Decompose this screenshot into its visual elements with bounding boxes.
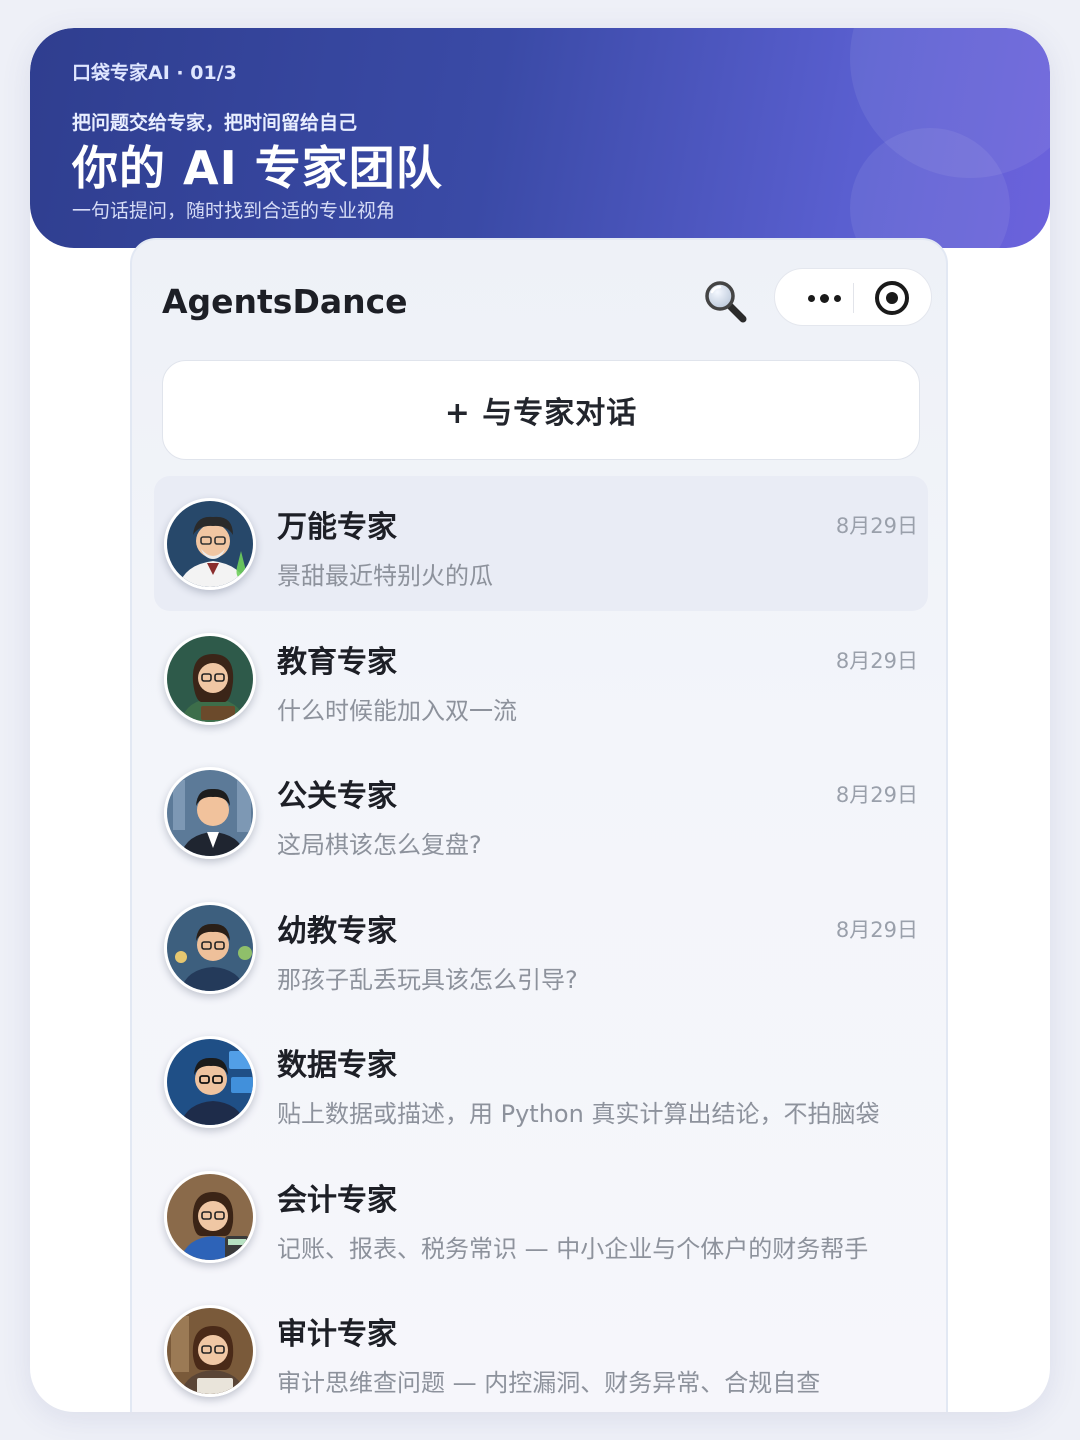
mini-program-close-icon[interactable] bbox=[875, 281, 909, 315]
conversation-preview: 景甜最近特别火的瓜 bbox=[277, 562, 493, 590]
promo-card: 口袋专家AI · 01/3 把问题交给专家，把时间留给自己 你的 AI 专家团队… bbox=[30, 28, 1050, 1412]
conversation-preview: 什么时候能加入双一流 bbox=[277, 696, 517, 725]
conversation-name: 万能专家 bbox=[277, 510, 397, 545]
conversation-item[interactable]: 教育专家 8月29日 什么时候能加入双一流 bbox=[154, 611, 928, 746]
banner-subtitle: 一句话提问，随时找到合适的专业视角 bbox=[72, 200, 396, 222]
conversation-name: 数据专家 bbox=[277, 1048, 397, 1083]
conversation-date: 8月29日 bbox=[835, 917, 918, 942]
conversation-item[interactable]: 公关专家 8月29日 这局棋该怎么复盘? bbox=[154, 745, 928, 880]
conversation-item[interactable]: 万能专家 8月29日 景甜最近特别火的瓜 bbox=[154, 476, 928, 611]
mini-program-capsule bbox=[774, 268, 932, 326]
more-dots-icon[interactable] bbox=[795, 269, 853, 327]
conversation-name: 幼教专家 bbox=[277, 913, 397, 949]
search-icon[interactable] bbox=[702, 278, 748, 324]
conversation-preview: 贴上数据或描述，用 Python 真实计算出结论，不拍脑袋 bbox=[277, 1100, 880, 1128]
app-title: AgentsDance bbox=[162, 282, 408, 321]
avatar bbox=[164, 498, 256, 590]
conversation-preview: 审计思维查问题 — 内控漏洞、财务异常、合规自查 bbox=[277, 1369, 821, 1397]
conversation-name: 教育专家 bbox=[277, 644, 397, 680]
app-header: AgentsDance bbox=[132, 240, 946, 350]
conversation-name: 审计专家 bbox=[277, 1317, 397, 1352]
avatar bbox=[164, 632, 256, 725]
conversation-preview: 那孩子乱丢玩具该怎么引导? bbox=[277, 965, 578, 994]
app-screen: AgentsDance + 与专家对话 万能专家 8月29日 景甜最近特别火的瓜… bbox=[130, 238, 948, 1412]
avatar bbox=[164, 901, 256, 994]
avatar bbox=[164, 1305, 256, 1397]
conversation-preview: 这局棋该怎么复盘? bbox=[277, 831, 482, 859]
capsule-divider bbox=[853, 283, 854, 313]
hero-banner: 口袋专家AI · 01/3 把问题交给专家，把时间留给自己 你的 AI 专家团队… bbox=[30, 28, 1050, 248]
conversation-name: 公关专家 bbox=[277, 779, 397, 814]
conversation-date: 8月29日 bbox=[835, 648, 918, 673]
avatar bbox=[164, 767, 256, 859]
conversation-date: 8月29日 bbox=[835, 514, 918, 538]
conversation-name: 会计专家 bbox=[277, 1182, 397, 1218]
new-chat-button[interactable]: + 与专家对话 bbox=[162, 360, 920, 460]
banner-kicker: 口袋专家AI · 01/3 bbox=[72, 62, 237, 84]
banner-tagline: 把问题交给专家，把时间留给自己 bbox=[72, 112, 358, 134]
conversation-item[interactable]: 会计专家 记账、报表、税务常识 — 中小企业与个体户的财务帮手 bbox=[154, 1149, 928, 1284]
conversation-item[interactable]: 幼教专家 8月29日 那孩子乱丢玩具该怎么引导? bbox=[154, 880, 928, 1015]
avatar bbox=[164, 1170, 256, 1263]
conversation-date: 8月29日 bbox=[835, 783, 918, 807]
conversation-item[interactable]: 审计专家 审计思维查问题 — 内控漏洞、财务异常、合规自查 bbox=[154, 1283, 928, 1412]
conversation-list: 万能专家 8月29日 景甜最近特别火的瓜 教育专家 8月29日 什么时候能加入双… bbox=[154, 476, 928, 1412]
conversation-item[interactable]: 数据专家 贴上数据或描述，用 Python 真实计算出结论，不拍脑袋 bbox=[154, 1014, 928, 1149]
avatar bbox=[164, 1036, 256, 1128]
conversation-preview: 记账、报表、税务常识 — 中小企业与个体户的财务帮手 bbox=[277, 1234, 869, 1263]
banner-headline: 你的 AI 专家团队 bbox=[72, 141, 443, 195]
